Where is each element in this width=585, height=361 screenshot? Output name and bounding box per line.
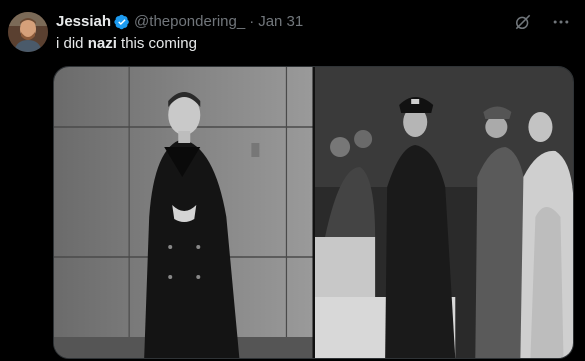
media-photo-2[interactable] xyxy=(314,67,573,358)
media-photo-1[interactable] xyxy=(54,67,313,358)
handle[interactable]: @thepondering_ xyxy=(134,12,245,32)
verified-badge-icon xyxy=(114,14,129,30)
avatar[interactable] xyxy=(8,12,48,52)
tweet-actions xyxy=(513,12,571,32)
media-grid xyxy=(53,66,574,359)
display-name[interactable]: Jessiah xyxy=(56,12,111,32)
tweet-text-after: this coming xyxy=(116,35,197,52)
timestamp[interactable]: Jan 31 xyxy=(258,12,303,32)
photo-historical-officers xyxy=(314,67,573,358)
tweet-text: i did nazi this coming xyxy=(56,34,197,54)
grok-icon[interactable] xyxy=(513,12,533,32)
separator: · xyxy=(249,13,255,30)
tweet-text-before: i did xyxy=(56,35,88,52)
tweet-text-bold: nazi xyxy=(87,35,117,52)
tweet-header: Jessiah @thepondering_ · Jan 31 xyxy=(56,12,303,32)
tweet[interactable]: Jessiah @thepondering_ · Jan 31 i did na… xyxy=(0,0,585,361)
more-options-icon[interactable] xyxy=(551,12,571,32)
avatar-image xyxy=(8,12,48,52)
photo-man-in-coat xyxy=(54,67,313,358)
